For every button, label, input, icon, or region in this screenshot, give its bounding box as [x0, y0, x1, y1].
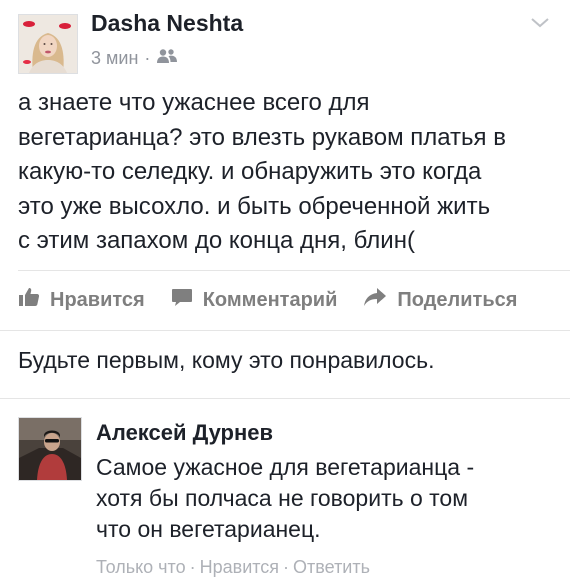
comment-like-link[interactable]: Нравится [200, 557, 279, 578]
author-photo [19, 15, 77, 73]
post-actions-bar: Нравится Комментарий Поделиться [18, 284, 517, 316]
comment-meta-separator: · [283, 557, 290, 577]
share-button[interactable]: Поделиться [363, 286, 517, 314]
comment-timestamp[interactable]: Только что [96, 557, 186, 578]
share-label: Поделиться [397, 288, 518, 311]
comment-text: Самое ужасное для вегетарианца - хотя бы… [96, 452, 556, 545]
comment-text-line: хотя бы полчаса не говорить о том [96, 485, 469, 511]
post-text-line: какую-то селедку. и обнаружить это когда [18, 158, 482, 185]
likes-summary: Будьте первым, кому это понравилось. [18, 347, 435, 373]
comment-text-line: Самое ужасное для вегетарианца - [96, 454, 475, 480]
divider [0, 398, 570, 399]
post-timestamp[interactable]: 3 мин [91, 48, 138, 69]
divider [18, 270, 570, 271]
friends-icon[interactable] [156, 48, 178, 69]
divider [0, 330, 570, 331]
comment-reply-link[interactable]: Ответить [293, 557, 370, 578]
comment-meta-separator: · [189, 557, 196, 577]
feed-post: Dasha Neshta 3 мин · а знаете что ужасне… [0, 0, 570, 583]
comment-author-name[interactable]: Алексей Дурнев [96, 420, 556, 446]
post-options-chevron-icon[interactable] [528, 14, 552, 32]
comment-text-line: что он вегетарианец. [96, 516, 321, 542]
commenter-photo [19, 418, 81, 480]
post-text: а знаете что ужаснее всего для вегетариа… [18, 86, 558, 259]
thumbs-up-icon [18, 286, 40, 314]
author-avatar[interactable] [18, 14, 78, 74]
post-author-name[interactable]: Dasha Neshta [91, 10, 243, 37]
post-text-line: а знаете что ужаснее всего для [18, 89, 370, 116]
post-text-line: это уже высохло. и быть обреченной жить [18, 192, 491, 220]
share-arrow-icon [363, 286, 387, 314]
post-meta: 3 мин · [91, 48, 178, 69]
comment-button[interactable]: Комментарий [171, 286, 338, 314]
like-button[interactable]: Нравится [18, 286, 145, 314]
comment-meta: Только что · Нравится · Ответить [96, 557, 556, 578]
comment-icon [171, 286, 193, 314]
comment: Алексей Дурнев Самое ужасное для вегетар… [96, 420, 556, 578]
like-label: Нравится [50, 288, 145, 311]
post-text-line: вегетарианца? это влезть рукавом платья … [18, 123, 506, 151]
comment-label: Комментарий [202, 288, 338, 311]
commenter-avatar[interactable] [18, 417, 82, 481]
meta-separator: · [144, 48, 151, 68]
post-text-line: с этим запахом до конца дня, блин( [18, 227, 415, 254]
